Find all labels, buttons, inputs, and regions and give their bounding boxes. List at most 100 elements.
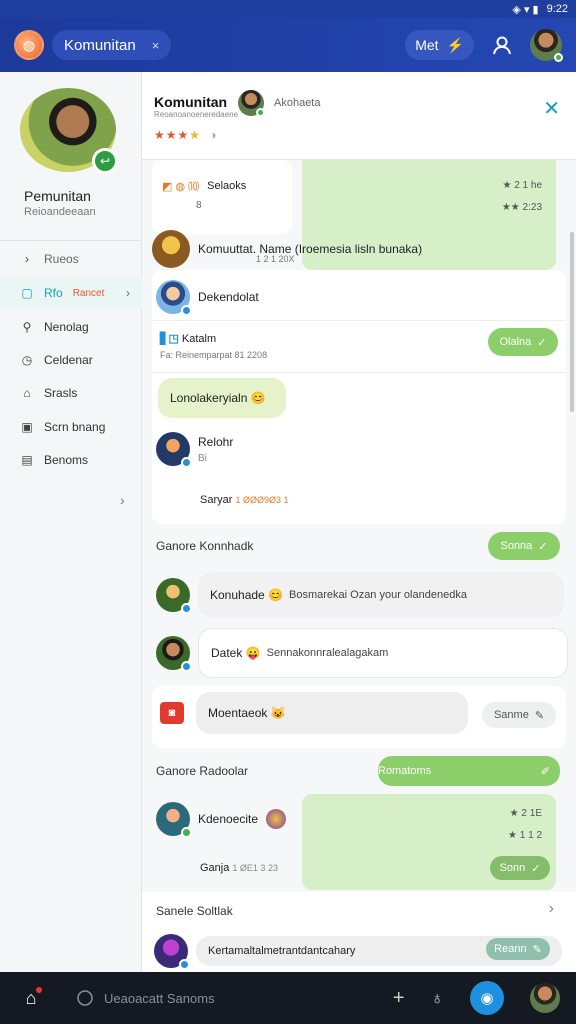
feed-item-title: Relohr bbox=[198, 434, 234, 449]
status-icons: ◈ ▾ ▮ bbox=[512, 3, 539, 16]
tag-icon: ⚲ bbox=[22, 320, 32, 334]
feed-item-footer: Ganja 1 ØE1 3 23 bbox=[200, 862, 278, 874]
close-icon[interactable]: ✕ bbox=[543, 96, 560, 121]
feed-card: Dekendolat ▋◳ Katalm Fa: Reinemparpat 81… bbox=[152, 270, 566, 524]
avatar[interactable] bbox=[156, 432, 192, 468]
chat-icon: ▢ bbox=[21, 286, 33, 300]
feed-item-text: Komuuttat. Name (Iroemesia lisln bunaka) bbox=[198, 242, 423, 256]
feed-item-title[interactable]: ▋◳ Katalm bbox=[160, 332, 216, 345]
feed-item-row[interactable]: Dekendolat bbox=[156, 280, 259, 316]
message-bubble[interactable]: Moentaeok 😺 bbox=[196, 692, 468, 734]
section-title: Sanele Soltlak bbox=[156, 904, 233, 918]
button-label: Sonna bbox=[500, 540, 533, 552]
avatar[interactable] bbox=[154, 934, 190, 970]
feed-item-label: Katalm bbox=[181, 333, 217, 345]
profile-avatar[interactable] bbox=[530, 983, 560, 1013]
feed-item-row[interactable]: Relohr Bi bbox=[156, 432, 234, 468]
sidebar-divider bbox=[0, 240, 142, 241]
community-tab-label: Komunitan bbox=[64, 36, 136, 54]
footer-label: Ganja bbox=[200, 862, 230, 874]
close-tab-icon[interactable]: × bbox=[152, 38, 160, 53]
button-label: Sonn bbox=[499, 862, 526, 874]
section-action-button[interactable]: Sonna ✓ bbox=[488, 532, 560, 560]
page-title: Komunitan bbox=[154, 94, 228, 110]
sidebar-item-scrn-bnang[interactable]: ▣ Scrn bnang bbox=[0, 412, 142, 442]
home-icon[interactable]: ⌂ bbox=[16, 983, 46, 1013]
user-avatar[interactable] bbox=[530, 29, 563, 62]
highlight-panel: ★ 2 1E ★ 1 1 2 Sonn ✓ bbox=[302, 794, 556, 890]
feed-item-label: Selaoks bbox=[207, 180, 247, 192]
camera-button[interactable]: ◉ bbox=[470, 981, 504, 1015]
confirm-button[interactable]: Olalna ✓ bbox=[488, 328, 558, 356]
sidebar-item-rfo[interactable]: ▢ Rfo Rancet › bbox=[0, 278, 142, 308]
app-icons: ◩ ◍ ⑽ bbox=[162, 181, 200, 193]
home-glyph: ⌂ bbox=[25, 987, 37, 1008]
button-label: Reann bbox=[494, 943, 527, 955]
mode-pill[interactable]: Met ⚡ bbox=[405, 30, 474, 60]
community-tab[interactable]: Komunitan × bbox=[52, 30, 172, 60]
feed-item-sub: Bi bbox=[198, 452, 207, 464]
message-row[interactable]: Datek 😛 Sennakonnralealagakam bbox=[156, 628, 568, 678]
message-row[interactable]: Konuhade 😊 Bosmarekai Ozan your olandene… bbox=[156, 572, 564, 618]
sidebar-item-label: Celdenar bbox=[44, 353, 93, 367]
section-action-button[interactable]: Romatoms ✐ bbox=[378, 756, 560, 786]
stat-line: ★ 1 1 2 bbox=[508, 830, 542, 841]
avatar[interactable] bbox=[156, 636, 192, 672]
add-icon[interactable]: + bbox=[393, 987, 405, 1010]
sidebar-item-rueos[interactable]: › Rueos bbox=[0, 244, 142, 274]
chevron-right-icon: › bbox=[126, 286, 130, 300]
back-arrow-icon[interactable]: ↩ bbox=[92, 148, 118, 174]
search-icon bbox=[77, 990, 93, 1006]
chevron-right-icon[interactable]: › bbox=[549, 900, 554, 918]
secondary-button[interactable]: Reann ✎ bbox=[486, 938, 550, 960]
sidebar-item-label: Rfo bbox=[44, 286, 63, 300]
search-bar[interactable]: Ueaoacatt Sanoms bbox=[76, 989, 215, 1007]
avatar[interactable] bbox=[156, 802, 192, 838]
message-text: Bosmarekai Ozan your olandenedka bbox=[289, 589, 467, 601]
message-bubble[interactable]: Datek 😛 Sennakonnralealagakam bbox=[198, 628, 568, 678]
community-header: Komunitan Reoanoanoeneredaene Akohaeta ★… bbox=[142, 72, 576, 160]
lightbulb-icon[interactable]: ♁ bbox=[431, 988, 445, 1009]
footer-meta: 1 ØØØ9Ø3 1 bbox=[235, 495, 289, 505]
chat-bubble-text: Lonolakeryialn 😊 bbox=[170, 391, 266, 405]
sidebar-item-label: Scrn bnang bbox=[44, 420, 106, 434]
message-text: Kertamaltalmetrantdantcahary bbox=[208, 945, 356, 957]
avatar[interactable] bbox=[156, 280, 192, 316]
confirm-button[interactable]: Sonn ✓ bbox=[490, 856, 550, 880]
sidebar-item-srasls[interactable]: ⌂ Srasls bbox=[0, 378, 142, 408]
message-sender: Moentaeok 😺 bbox=[208, 706, 286, 720]
message-card: ◙ Moentaeok 😺 Sanme ✎ bbox=[152, 686, 566, 748]
message-sender: Datek 😛 bbox=[211, 646, 261, 660]
avatar[interactable] bbox=[156, 578, 192, 614]
check-icon: ✓ bbox=[538, 540, 548, 553]
header-avatar[interactable] bbox=[238, 90, 265, 117]
sidebar-item-extra: Rancet bbox=[72, 287, 105, 299]
clock-icon: ◷ bbox=[21, 353, 33, 367]
edit-icon: ✐ bbox=[540, 765, 550, 778]
scrollbar[interactable] bbox=[570, 232, 574, 412]
message-bubble[interactable]: Konuhade 😊 Bosmarekai Ozan your olandene… bbox=[198, 572, 564, 618]
chat-bubble[interactable]: Lonolakeryialn 😊 bbox=[158, 378, 286, 418]
profile-avatar[interactable]: ↩ bbox=[20, 88, 118, 174]
pen-icon: ✎ bbox=[534, 709, 545, 722]
secondary-button[interactable]: Sanme ✎ bbox=[482, 702, 556, 728]
divider bbox=[152, 372, 566, 373]
profile-icon[interactable] bbox=[492, 35, 512, 55]
button-label: Sanme bbox=[493, 709, 529, 721]
chevron-right-icon[interactable]: › bbox=[120, 492, 125, 508]
sidebar-item-benoms[interactable]: ▤ Benoms bbox=[0, 445, 142, 475]
feed-item-footer: Saryar 1 ØØØ9Ø3 1 bbox=[200, 494, 289, 506]
section-title: Ganore Konnhadk bbox=[156, 539, 254, 553]
sidebar-item-celdenar[interactable]: ◷ Celdenar bbox=[0, 345, 142, 375]
feed-item-text: Dekendolat bbox=[198, 290, 259, 304]
app-logo-icon[interactable]: ◍ bbox=[14, 30, 44, 60]
status-time: 9:22 bbox=[546, 3, 568, 15]
notification-dot bbox=[36, 987, 42, 993]
sidebar-item-nenolag[interactable]: ⚲ Nenolag bbox=[0, 312, 142, 342]
feed-item-row[interactable]: Kdenoecite bbox=[156, 802, 287, 838]
feed-item[interactable]: ◩ ◍ ⑽ Selaoks 8 bbox=[152, 160, 292, 234]
app-logo-icon[interactable]: ◙ bbox=[160, 702, 184, 724]
chevron-right-icon: › bbox=[25, 252, 29, 266]
profile-name: Pemunitan bbox=[24, 188, 91, 204]
avatar[interactable] bbox=[152, 230, 190, 268]
